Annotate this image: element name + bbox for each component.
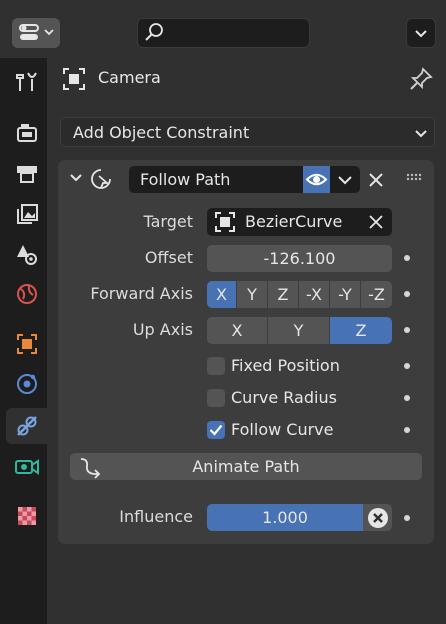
chevron-down-icon [415,130,427,138]
chevron-down-icon [415,30,427,38]
search-input[interactable] [137,18,310,48]
influence-value: 1.000 [262,508,308,527]
close-icon[interactable] [366,170,386,190]
tab-render[interactable] [6,114,47,150]
target-field[interactable]: BezierCurve [207,208,392,236]
printer-icon [16,166,37,183]
up-axis-z[interactable]: Z [330,317,392,344]
checker-icon [17,507,36,525]
options-button[interactable] [406,18,436,48]
animate-property-dot[interactable] [404,327,410,333]
tab-object-data[interactable] [6,448,47,484]
animate-path-label: Animate Path [192,457,300,476]
up-axis-x[interactable]: X [207,317,268,344]
fixed-position-label: Fixed Position [231,356,340,375]
up-axis-label: Up Axis [132,320,193,339]
tab-texture[interactable] [6,498,47,534]
forward-axis-z[interactable]: Z [268,281,299,308]
camera-data-icon [14,459,39,475]
animate-property-dot[interactable] [404,363,410,369]
fixed-position-checkbox[interactable] [207,357,225,375]
drag-handle-icon[interactable] [405,172,425,184]
add-object-constraint-dropdown[interactable]: Add Object Constraint [60,117,435,147]
tab-object[interactable] [6,326,47,362]
constraint-visibility-toggle[interactable] [303,166,330,193]
animate-property-dot[interactable] [404,291,410,297]
forward-axis-neg-y[interactable]: -Y [330,281,361,308]
influence-slider[interactable]: 1.000 [207,504,363,531]
context-object-name: Camera [98,68,161,87]
collapse-chevron-icon[interactable] [67,169,85,187]
influence-label: Influence [119,507,193,526]
forward-axis-label: Forward Axis [90,284,193,303]
properties-tab-strip [0,58,47,624]
tab-object-constraints[interactable] [6,408,47,444]
properties-editor-icon [19,24,54,40]
constraint-name: Follow Path [140,170,231,189]
offset-field[interactable]: -126.100 [207,245,392,272]
tab-view-layer[interactable] [6,196,47,232]
forward-axis-neg-x[interactable]: -X [299,281,330,308]
object-square-icon [16,334,37,354]
target-label: Target [143,212,194,231]
tab-scene[interactable] [6,236,47,272]
add-object-constraint-label: Add Object Constraint [73,123,250,142]
animate-property-dot[interactable] [404,395,410,401]
chevron-down-icon [338,176,352,185]
curve-radius-label: Curve Radius [231,388,337,407]
constraint-icon [16,416,37,436]
forward-axis-neg-z[interactable]: -Z [361,281,392,308]
object-square-icon [63,68,85,90]
clear-target-icon[interactable] [367,213,385,231]
camera-back-icon [16,124,37,142]
up-axis-selector: X Y Z [207,317,392,344]
object-square-icon [215,212,235,232]
wrench-screwdriver-icon [15,72,37,91]
checkmark-icon [209,424,223,436]
follow-path-icon [91,169,111,189]
eye-icon [305,173,328,186]
forward-axis-selector: X Y Z -X -Y -Z [207,281,392,308]
animate-path-button[interactable]: Animate Path [70,453,422,480]
animate-property-dot[interactable] [404,515,410,521]
tab-output[interactable] [6,156,47,192]
images-icon [16,204,38,224]
tab-world[interactable] [6,276,47,312]
offset-value: -126.100 [263,249,336,268]
properties-header [0,0,446,58]
animate-property-dot[interactable] [404,427,410,433]
forward-axis-y[interactable]: Y [237,281,268,308]
animate-property-dot[interactable] [404,255,410,261]
editor-type-button[interactable] [12,18,60,48]
forward-axis-x[interactable]: X [207,281,237,308]
follow-curve-label: Follow Curve [231,420,334,439]
up-axis-y[interactable]: Y [268,317,330,344]
tab-tool[interactable] [6,64,47,100]
curve-radius-checkbox[interactable] [207,389,225,407]
constraint-menu-button[interactable] [330,166,360,193]
offset-label: Offset [144,248,193,267]
follow-curve-checkbox[interactable] [207,421,225,439]
globe-icon [16,284,37,304]
pin-icon[interactable] [408,66,434,92]
tab-physics[interactable] [6,366,47,402]
orbit-icon [16,374,37,394]
target-value: BezierCurve [245,212,343,231]
constraint-name-field[interactable]: Follow Path [129,166,303,193]
cone-sphere-icon [16,245,37,265]
search-icon [145,23,163,41]
close-circle-icon [367,507,388,528]
disable-keep-transform-button[interactable] [363,504,392,531]
